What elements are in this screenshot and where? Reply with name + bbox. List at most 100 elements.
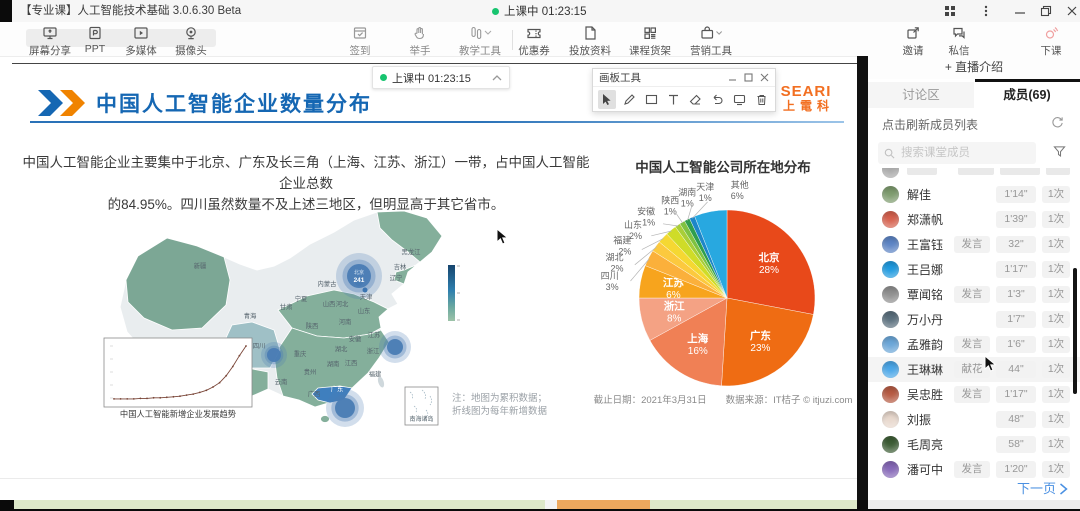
restore-button[interactable] bbox=[1036, 3, 1056, 19]
camera-button[interactable]: 摄像头 bbox=[166, 25, 216, 58]
member-row[interactable]: 王吕娜1'17"1次 bbox=[868, 257, 1080, 282]
member-search-input[interactable] bbox=[899, 146, 1023, 160]
classroom-app-window: 【专业课】人工智能技术基础 3.0.6.30 Beta 上课中 01:23:15… bbox=[0, 0, 1080, 511]
svg-text:新疆: 新疆 bbox=[194, 261, 207, 270]
multimedia-icon bbox=[133, 25, 149, 41]
svg-text:8%: 8% bbox=[667, 314, 682, 325]
window-title: 【专业课】人工智能技术基础 3.0.6.30 Beta bbox=[20, 0, 241, 22]
close-button[interactable] bbox=[1062, 3, 1080, 19]
tool-pen[interactable] bbox=[620, 90, 638, 109]
member-row[interactable]: 刘振48"1次 bbox=[868, 407, 1080, 432]
direct-message-button[interactable]: 私信 bbox=[936, 25, 982, 58]
member-row[interactable]: 毛周亮58"1次 bbox=[868, 432, 1080, 457]
svg-text:宁夏: 宁夏 bbox=[295, 294, 308, 303]
materials-icon bbox=[582, 25, 598, 41]
member-search-box[interactable] bbox=[878, 142, 1036, 164]
pen-icon bbox=[623, 93, 636, 106]
screen-share-button[interactable]: 屏幕分享 bbox=[22, 25, 78, 58]
main-toolbar: 屏幕分享 PPT 多媒体 摄像头 签到 举手 教学工具 优惠券 bbox=[0, 22, 1080, 57]
member-row[interactable]: 王富钰发言32"1次 bbox=[868, 232, 1080, 257]
coupon-button[interactable]: 优惠券 bbox=[509, 25, 559, 58]
avatar bbox=[882, 411, 899, 428]
member-name-clipped bbox=[907, 168, 937, 175]
svg-text:山东: 山东 bbox=[358, 306, 371, 315]
next-page-button[interactable]: 下一页 bbox=[1017, 478, 1068, 500]
palette-minimize-icon[interactable] bbox=[728, 73, 737, 82]
minimize-button[interactable] bbox=[1010, 3, 1030, 19]
materials-button[interactable]: 投放资料 bbox=[561, 25, 619, 58]
raise-hand-button[interactable]: 举手 bbox=[396, 25, 444, 58]
ppt-button[interactable]: PPT bbox=[72, 25, 118, 55]
marketing-tools-button[interactable]: 营销工具 bbox=[679, 25, 743, 58]
brand-cn-name: 上電科 bbox=[783, 99, 834, 114]
svg-text:上海: 上海 bbox=[687, 332, 708, 345]
check-in-button[interactable]: 签到 bbox=[336, 25, 384, 58]
body-line-1: 中国人工智能企业主要集中于北京、广东及长三角（上海、江苏、浙江）一带，占中国人工… bbox=[18, 152, 594, 194]
svg-text:6%: 6% bbox=[731, 191, 744, 201]
chevron-right-icon bbox=[1059, 483, 1068, 495]
member-row[interactable]: 吴忠胜发言1'17"1次 bbox=[868, 382, 1080, 407]
class-timer-pill[interactable]: 上课中 01:23:15 bbox=[372, 66, 510, 89]
multimedia-button[interactable]: 多媒体 bbox=[116, 25, 166, 58]
svg-text:湖南: 湖南 bbox=[327, 359, 340, 368]
member-row[interactable]: 万小丹1'7"1次 bbox=[868, 307, 1080, 332]
tool-eraser[interactable] bbox=[686, 90, 704, 109]
inset-trend-chart: 中国人工智能新增企业发展趋势 bbox=[104, 338, 252, 419]
member-list-scrollbar[interactable] bbox=[1073, 268, 1077, 394]
china-ai-map: 北京241 新疆内蒙古黑龙江吉林辽宁宁夏青海甘肃山西河北天津山东河南陕西江苏安徽… bbox=[82, 210, 482, 442]
refresh-button[interactable] bbox=[1051, 115, 1064, 128]
svg-text:天津: 天津 bbox=[696, 182, 714, 192]
tab-members[interactable]: 成员(69) bbox=[974, 82, 1080, 108]
legend-ticks bbox=[457, 266, 460, 320]
close-icon bbox=[1066, 5, 1078, 17]
svg-text:广西: 广西 bbox=[308, 389, 321, 398]
end-class-button[interactable]: 下课 bbox=[1028, 25, 1074, 58]
tool-text[interactable] bbox=[664, 90, 682, 109]
slide-body-text: 中国人工智能企业主要集中于北京、广东及长三角（上海、江苏、浙江）一带，占中国人工… bbox=[18, 152, 594, 215]
svg-text:241: 241 bbox=[354, 277, 365, 284]
svg-text:浙江: 浙江 bbox=[367, 346, 380, 355]
palette-close-icon[interactable] bbox=[760, 73, 769, 82]
nanhai-inset: 南海诸岛 bbox=[405, 387, 438, 425]
invite-button[interactable]: 邀请 bbox=[890, 25, 936, 58]
refresh-hint-text: 点击刷新成员列表 bbox=[882, 116, 978, 133]
member-row[interactable]: 郑潇帆1'39"1次 bbox=[868, 207, 1080, 232]
member-row[interactable]: 解佳1'14"1次 bbox=[868, 182, 1080, 207]
refresh-members-row[interactable]: 点击刷新成员列表 bbox=[868, 108, 1080, 138]
svg-text:2%: 2% bbox=[610, 264, 623, 274]
map-note: 注：地图为累积数据； 折线图为每年新增数据 bbox=[452, 392, 547, 418]
member-row[interactable]: 潘可中发言1'20"1次 bbox=[868, 457, 1080, 478]
svg-text:云南: 云南 bbox=[275, 377, 288, 386]
member-row[interactable]: 覃闻铭发言1'3"1次 bbox=[868, 282, 1080, 307]
svg-text:23%: 23% bbox=[750, 343, 770, 354]
palette-maximize-icon[interactable] bbox=[744, 73, 753, 82]
tool-trash[interactable] bbox=[752, 90, 770, 109]
title-chevrons-icon bbox=[38, 90, 90, 116]
member-row[interactable]: 孟雅韵发言1'6"1次 bbox=[868, 332, 1080, 357]
tab-discussion[interactable]: 讨论区 bbox=[868, 82, 974, 108]
tool-screen[interactable] bbox=[730, 90, 748, 109]
layout-grid-button[interactable] bbox=[940, 3, 960, 19]
restore-icon bbox=[1040, 5, 1052, 17]
course-shelf-button[interactable]: 课程货架 bbox=[621, 25, 679, 58]
teaching-tools-icon bbox=[468, 25, 492, 41]
svg-text:陕西: 陕西 bbox=[306, 321, 319, 330]
member-row-hovered[interactable]: 王琳琳献花44"1次 bbox=[868, 357, 1080, 382]
pie-chart-footnote: 截止日期：2021年3月31日 数据来源：IT桔子 © itjuzi.com bbox=[592, 392, 854, 406]
palette-title: 画板工具 bbox=[599, 70, 728, 85]
tool-rectangle[interactable] bbox=[642, 90, 660, 109]
map-color-legend bbox=[448, 265, 455, 321]
monitor-icon bbox=[733, 93, 746, 106]
tool-undo[interactable] bbox=[708, 90, 726, 109]
tool-select-cursor[interactable] bbox=[598, 90, 616, 109]
panel-divider-bar[interactable] bbox=[857, 56, 868, 511]
end-class-icon bbox=[1043, 25, 1059, 41]
more-menu-button[interactable] bbox=[976, 3, 996, 19]
teaching-tools-button[interactable]: 教学工具 bbox=[448, 25, 512, 58]
filter-button[interactable] bbox=[1053, 145, 1066, 158]
member-row-partial[interactable] bbox=[868, 168, 1080, 182]
svg-text:28%: 28% bbox=[759, 265, 779, 276]
check-in-icon bbox=[352, 25, 368, 41]
live-intro-button[interactable]: + 直播介绍 bbox=[868, 56, 1080, 79]
svg-text:重庆: 重庆 bbox=[294, 349, 307, 358]
